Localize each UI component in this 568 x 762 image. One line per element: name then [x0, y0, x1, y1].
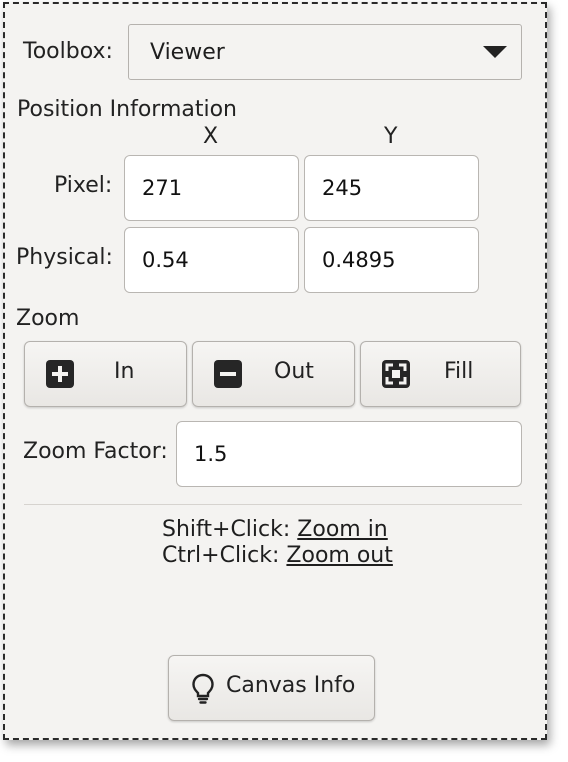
ctrl-click-prefix: Ctrl+Click:: [162, 543, 280, 568]
pixel-label: Pixel:: [54, 173, 113, 198]
plus-square-icon: [46, 360, 74, 388]
pixel-y-value: 245: [322, 176, 363, 200]
zoom-out-label: Out: [274, 359, 314, 384]
toolbox-dropdown[interactable]: Viewer: [128, 24, 522, 80]
canvas-info-button[interactable]: Canvas Info: [168, 655, 375, 721]
zoom-out-link[interactable]: Zoom out: [286, 543, 392, 568]
zoom-fill-button[interactable]: Fill: [360, 341, 521, 407]
position-heading: Position Information: [17, 97, 237, 122]
column-x-header: X: [203, 124, 219, 149]
caret-down-icon: [483, 46, 507, 58]
zoom-in-link[interactable]: Zoom in: [297, 517, 387, 542]
shift-click-prefix: Shift+Click:: [162, 517, 291, 542]
minus-square-icon: [214, 360, 242, 388]
pixel-y-field[interactable]: 245: [304, 155, 479, 221]
zoom-heading: Zoom: [16, 306, 80, 331]
zoom-factor-label: Zoom Factor:: [23, 439, 168, 464]
column-y-header: Y: [384, 124, 398, 149]
physical-label: Physical:: [16, 245, 113, 270]
canvas-info-label: Canvas Info: [226, 673, 356, 698]
physical-x-value: 0.54: [142, 248, 189, 272]
zoom-in-button[interactable]: In: [24, 341, 187, 407]
physical-y-field[interactable]: 0.4895: [304, 227, 479, 293]
pixel-x-value: 271: [142, 176, 183, 200]
shift-click-help: Shift+Click: Zoom in: [162, 517, 388, 543]
pixel-x-field[interactable]: 271: [124, 155, 299, 221]
ctrl-click-help: Ctrl+Click: Zoom out: [162, 543, 393, 569]
zoom-factor-field[interactable]: 1.5: [176, 421, 522, 487]
divider: [24, 504, 522, 505]
zoom-factor-value: 1.5: [194, 442, 228, 466]
zoom-in-label: In: [114, 359, 135, 384]
zoom-fill-label: Fill: [444, 359, 474, 384]
toolbox-selected-value: Viewer: [150, 39, 225, 65]
fit-frame-icon: [382, 360, 410, 388]
physical-x-field[interactable]: 0.54: [124, 227, 299, 293]
lightbulb-icon: [191, 673, 215, 711]
toolbox-label: Toolbox:: [23, 39, 113, 64]
zoom-out-button[interactable]: Out: [192, 341, 355, 407]
physical-y-value: 0.4895: [322, 248, 396, 272]
